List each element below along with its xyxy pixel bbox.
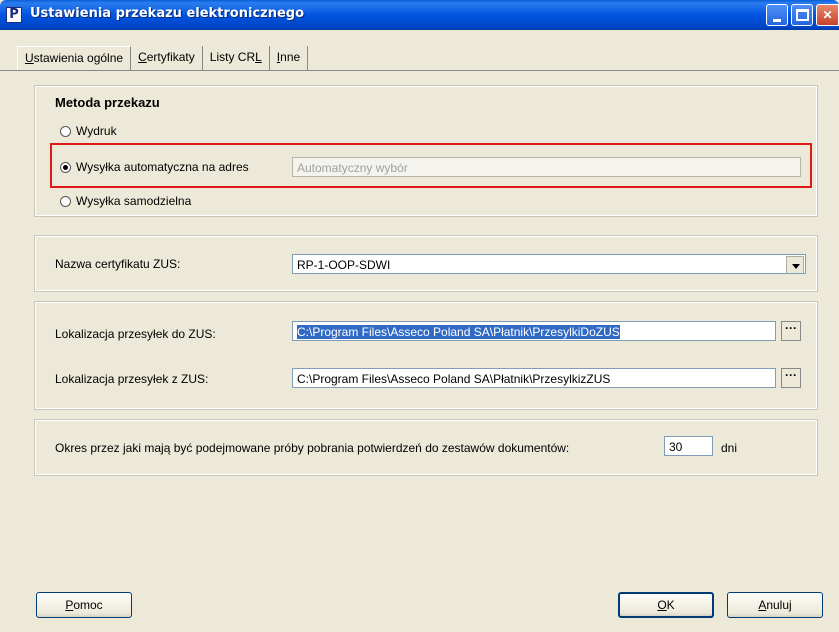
location-to-value: C:\Program Files\Asseco Poland SA\Płatni… <box>297 325 620 339</box>
radio-print-label[interactable]: Wydruk <box>76 124 117 138</box>
method-heading: Metoda przekazu <box>55 95 160 110</box>
period-input[interactable]: 30 <box>664 436 713 456</box>
help-button[interactable]: Pomoc <box>36 592 132 618</box>
radio-manual-send[interactable] <box>60 196 71 207</box>
tab-certificates[interactable]: Certyfikaty <box>131 46 203 70</box>
location-from-input[interactable]: C:\Program Files\Asseco Poland SA\Płatni… <box>292 368 776 388</box>
browse-to-button[interactable]: ··· <box>781 321 801 341</box>
tab-other-label: nne <box>280 50 301 64</box>
chevron-down-icon[interactable] <box>786 256 804 273</box>
browse-from-button[interactable]: ··· <box>781 368 801 388</box>
location-from-value: C:\Program Files\Asseco Poland SA\Płatni… <box>297 372 611 386</box>
ok-button[interactable]: OK <box>618 592 714 618</box>
certificate-label: Nazwa certyfikatu ZUS: <box>55 257 181 271</box>
location-to-label: Lokalizacja przesyłek do ZUS: <box>55 327 216 341</box>
tab-general[interactable]: Ustawienia ogólne <box>17 46 132 70</box>
maximize-icon <box>796 9 809 21</box>
highlight-box <box>50 143 812 188</box>
tab-general-mnemonic: U <box>25 51 34 65</box>
help-label: omoc <box>73 598 103 612</box>
locations-panel <box>34 301 818 410</box>
tab-divider <box>0 70 839 71</box>
tab-certificates-mnemonic: C <box>138 50 147 64</box>
tab-crl-label: Listy CR <box>209 50 256 64</box>
close-button[interactable]: ✕ <box>816 4 839 26</box>
maximize-button[interactable] <box>791 4 813 26</box>
minimize-button[interactable] <box>766 4 788 26</box>
period-label: Okres przez jaki mają być podejmowane pr… <box>55 441 570 455</box>
tab-crl-mnemonic: L <box>255 50 262 64</box>
tab-other[interactable]: Inne <box>270 46 309 70</box>
ok-mnemonic: O <box>657 598 667 612</box>
tab-certificates-label: ertyfikaty <box>146 50 195 64</box>
ok-label: K <box>666 598 675 612</box>
title-bar[interactable]: P Ustawienia przekazu elektronicznego ✕ <box>0 0 839 30</box>
tab-crl-lists[interactable]: Listy CRL <box>203 46 270 70</box>
radio-print[interactable] <box>60 126 71 137</box>
location-to-input[interactable]: C:\Program Files\Asseco Poland SA\Płatni… <box>292 321 776 341</box>
window-title: Ustawienia przekazu elektronicznego <box>30 6 305 21</box>
cancel-button[interactable]: Anuluj <box>727 592 823 618</box>
close-icon: ✕ <box>822 8 833 22</box>
cancel-label: nuluj <box>766 598 792 612</box>
minimize-icon <box>773 19 781 22</box>
period-unit: dni <box>721 441 738 455</box>
app-icon: P <box>6 7 22 23</box>
certificate-value: RP-1-OOP-SDWI <box>297 258 391 272</box>
certificate-select[interactable]: RP-1-OOP-SDWI <box>292 254 806 274</box>
tab-strip: Ustawienia ogólne Certyfikaty Listy CRL … <box>0 30 839 72</box>
tab-general-label: stawienia ogólne <box>33 51 124 65</box>
radio-manual-send-label[interactable]: Wysyłka samodzielna <box>76 194 191 208</box>
location-from-label: Lokalizacja przesyłek z ZUS: <box>55 372 209 386</box>
